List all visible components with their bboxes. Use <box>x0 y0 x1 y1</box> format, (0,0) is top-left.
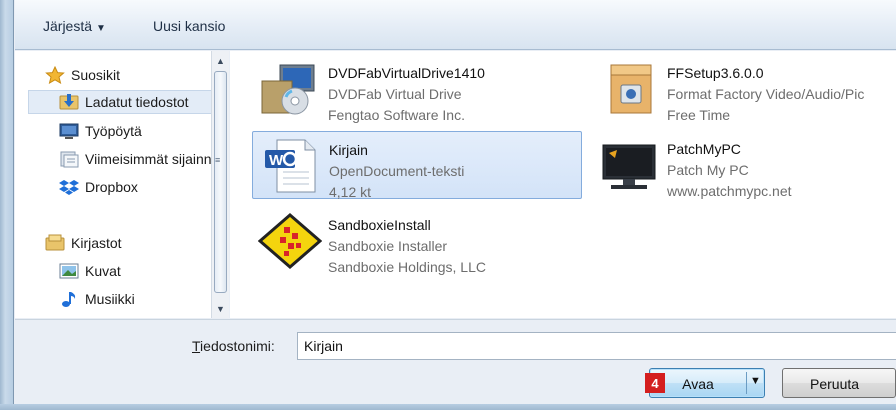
installer-icon <box>258 61 322 117</box>
downloads-folder-icon <box>59 93 79 111</box>
file-name: FFSetup3.6.0.0 <box>667 65 764 81</box>
open-dropdown-arrow-icon[interactable]: ▼ <box>750 375 761 387</box>
scroll-up-arrow-icon[interactable]: ▲ <box>212 52 229 69</box>
cancel-button-label: Peruuta <box>810 376 860 392</box>
filename-input[interactable] <box>297 332 896 360</box>
scrollbar-thumb[interactable] <box>214 71 227 293</box>
step-number-badge: 4 <box>645 373 665 393</box>
star-icon <box>45 66 65 84</box>
file-item-selected[interactable]: W Kirjain OpenDocument-teksti 4,12 kt <box>252 131 582 200</box>
file-name: SandboxieInstall <box>328 217 431 233</box>
file-item[interactable]: DVDFabVirtualDrive1410 DVDFab Virtual Dr… <box>252 55 582 123</box>
nav-item-label: Kirjastot <box>71 235 122 251</box>
file-name: Kirjain <box>329 142 368 158</box>
nav-item-dropbox[interactable]: Dropbox <box>59 175 138 199</box>
cancel-button[interactable]: Peruuta <box>782 368 896 398</box>
file-description: Format Factory Video/Audio/Pic <box>667 86 865 102</box>
organize-label: Järjestä <box>43 18 93 34</box>
file-publisher: www.patchmypc.net <box>667 183 792 199</box>
navigation-pane: Suosikit Ladatut tiedostot Työpöytä Viim… <box>15 51 211 318</box>
file-description: Patch My PC <box>667 162 749 178</box>
organize-menu-button[interactable]: Järjestä ▼ <box>43 18 106 34</box>
file-size: 4,12 kt <box>329 184 372 200</box>
caret-down-icon: ▼ <box>96 23 106 34</box>
file-description: Sandboxie Installer <box>328 238 448 254</box>
new-folder-button[interactable]: Uusi kansio <box>153 18 225 34</box>
file-publisher: Fengtao Software Inc. <box>328 107 465 123</box>
filename-label-accesskey: T <box>192 338 201 354</box>
filename-label-text: iedostonimi: <box>200 338 275 354</box>
pictures-icon <box>59 262 79 280</box>
window-frame-bottom <box>0 404 896 410</box>
file-publisher: Free Time <box>667 107 731 123</box>
toolbar: Järjestä ▼ Uusi kansio <box>15 0 896 50</box>
filename-label: Tiedostonimi: <box>192 338 275 354</box>
navigation-scrollbar[interactable]: ▲ ≡ ▼ <box>211 51 229 318</box>
dropbox-icon <box>59 178 79 196</box>
file-item[interactable]: PatchMyPC Patch My PC www.patchmypc.net <box>591 131 896 199</box>
nav-item-recent-places[interactable]: Viimeisimmät sijainnit <box>59 147 211 171</box>
dialog-footer: Tiedostonimi: Avaa ▼ 4 Peruuta <box>15 319 896 404</box>
file-list: DVDFabVirtualDrive1410 DVDFab Virtual Dr… <box>230 51 896 318</box>
nav-item-desktop[interactable]: Työpöytä <box>59 119 142 143</box>
file-publisher: Sandboxie Holdings, LLC <box>328 259 486 275</box>
word-document-icon: W <box>259 138 323 194</box>
nav-item-libraries[interactable]: Kirjastot <box>45 231 122 255</box>
split-divider <box>746 372 747 394</box>
monitor-icon <box>597 137 661 193</box>
scrollbar-grip-icon: ≡ <box>215 155 220 165</box>
nav-item-music[interactable]: Musiikki <box>59 287 135 311</box>
scroll-down-arrow-icon[interactable]: ▼ <box>212 300 229 317</box>
nav-item-label: Suosikit <box>71 67 121 83</box>
nav-item-pictures[interactable]: Kuvat <box>59 259 121 283</box>
nav-item-favorites[interactable]: Suosikit <box>45 63 120 87</box>
nav-item-label: Kuvat <box>85 263 121 279</box>
file-name: DVDFabVirtualDrive1410 <box>328 65 485 81</box>
file-item[interactable]: SandboxieInstall Sandboxie Installer San… <box>252 207 582 275</box>
nav-item-label: Viimeisimmät sijainnit <box>85 151 211 167</box>
music-icon <box>59 290 79 308</box>
svg-text:W: W <box>269 152 284 169</box>
file-type: OpenDocument-teksti <box>329 163 465 179</box>
nav-item-label: Dropbox <box>85 179 138 195</box>
file-item[interactable]: FFSetup3.6.0.0 Format Factory Video/Audi… <box>591 55 896 123</box>
libraries-icon <box>45 234 65 252</box>
nav-item-label: Työpöytä <box>85 123 142 139</box>
open-button[interactable]: Avaa ▼ <box>649 368 765 398</box>
window-frame-left <box>0 0 14 410</box>
nav-item-downloads[interactable]: Ladatut tiedostot <box>28 90 211 114</box>
nav-item-label: Musiikki <box>85 291 135 307</box>
recent-places-icon <box>59 150 79 168</box>
nav-item-label: Ladatut tiedostot <box>85 94 189 110</box>
sandboxie-icon <box>257 213 323 269</box>
file-description: DVDFab Virtual Drive <box>328 86 462 102</box>
package-icon <box>597 61 661 117</box>
desktop-icon <box>59 122 79 140</box>
file-name: PatchMyPC <box>667 141 741 157</box>
